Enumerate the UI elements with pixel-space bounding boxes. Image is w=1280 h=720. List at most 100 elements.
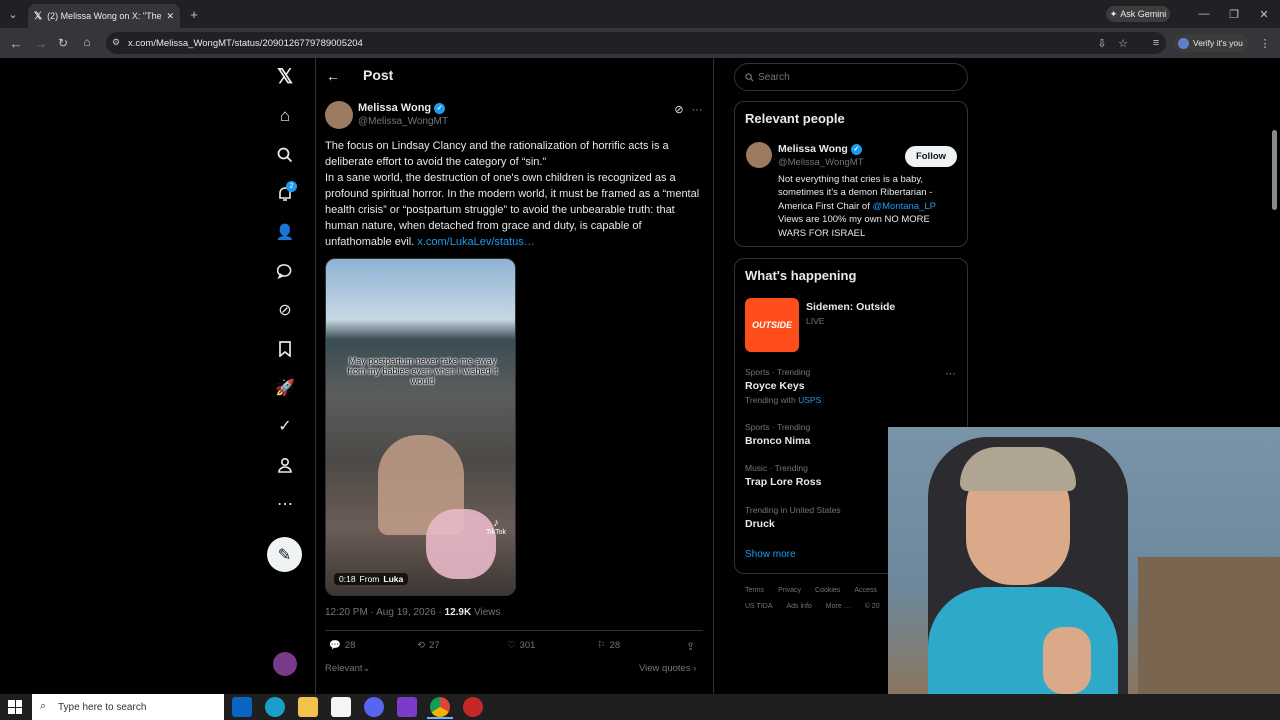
forward-icon[interactable]: → [33, 35, 49, 51]
footer-ads-link[interactable]: Ads info [787, 603, 812, 610]
video-caption: May postpartum never take me away from m… [347, 356, 498, 386]
author-handle[interactable]: @Melissa_WongMT [358, 116, 448, 127]
edge-taskbar-icon[interactable] [265, 697, 285, 717]
notifications-nav-icon[interactable]: 2 [272, 181, 298, 207]
chrome-taskbar-icon[interactable] [430, 697, 450, 717]
discord-taskbar-icon[interactable] [364, 697, 384, 717]
relevant-bio: Not everything that cries is a baby, som… [778, 173, 958, 240]
relevant-name: Melissa Wong [778, 143, 848, 155]
trend-more-icon[interactable]: ⋯ [945, 367, 956, 380]
repost-count: 27 [428, 640, 440, 651]
messages-nav-icon[interactable] [272, 258, 298, 284]
view-quotes-label: View quotes [639, 663, 691, 674]
reply-button[interactable]: 💬 28 [329, 640, 355, 651]
account-avatar[interactable] [273, 652, 297, 676]
post-video[interactable]: May postpartum never take me away from m… [325, 258, 516, 596]
video-source[interactable]: Luka [383, 574, 403, 584]
relevant-handle[interactable]: @Melissa_WongMT [778, 157, 864, 168]
show-more-link[interactable]: Show more [745, 549, 796, 560]
back-icon[interactable]: ← [8, 35, 24, 51]
more-nav-icon[interactable]: ⋯ [272, 491, 298, 517]
sort-dropdown[interactable]: Relevant⌄ [325, 663, 370, 674]
trend-name[interactable]: Druck [745, 518, 775, 530]
taskbar-search-box[interactable]: ⌕ Type here to search [32, 694, 224, 720]
grok-nav-icon[interactable]: ⊘ [272, 297, 298, 323]
home-nav-icon[interactable]: ⌂ [272, 103, 298, 129]
trend-name[interactable]: Trap Lore Ross [745, 476, 821, 488]
notification-badge: 2 [286, 181, 297, 192]
post-link[interactable]: x.com/LukaLev/status… [417, 236, 534, 248]
address-bar[interactable]: ⚙ x.com/Melissa_WongMT/status/2090126779… [106, 32, 1166, 54]
outlook-taskbar-icon[interactable] [232, 697, 252, 717]
repost-button[interactable]: ⟲ 27 [417, 640, 440, 651]
url-text: x.com/Melissa_WongMT/status/209012677978… [128, 37, 363, 49]
x-home-logo-icon[interactable]: 𝕏 [272, 63, 298, 89]
follow-people-nav-icon[interactable]: 👤 [272, 219, 298, 245]
reply-count: 28 [344, 640, 356, 651]
file-explorer-taskbar-icon[interactable] [298, 697, 318, 717]
ask-gemini-button[interactable]: ✦ Ask Gemini [1106, 6, 1170, 22]
follow-button[interactable]: Follow [905, 146, 957, 167]
bookmarks-nav-icon[interactable] [272, 336, 298, 362]
relevant-name-row[interactable]: Melissa Wong ✓ [778, 143, 862, 155]
search-box[interactable] [734, 63, 968, 91]
share-icon[interactable]: ⇪ [686, 640, 695, 653]
footer-copyright: © 20 [864, 603, 880, 610]
bio-mention-link[interactable]: @Montana_LP [873, 201, 936, 212]
x-logo-icon: 𝕏 [34, 10, 43, 22]
relevant-avatar[interactable] [746, 142, 772, 168]
search-input[interactable] [758, 71, 948, 83]
trend-extra-label: Trending with [745, 395, 796, 405]
author-name[interactable]: Melissa Wong [358, 102, 431, 114]
close-window-icon[interactable]: ✕ [1256, 6, 1272, 22]
verify-label: Verify it's you [1193, 38, 1243, 48]
footer-cookies-link[interactable]: Cookies [815, 587, 840, 594]
restore-icon[interactable]: ❐ [1226, 6, 1242, 22]
reload-icon[interactable]: ↻ [55, 35, 71, 51]
event-thumbnail[interactable]: OUTSIDE [745, 298, 799, 352]
compose-icon: ✎ [277, 546, 292, 564]
profile-nav-icon[interactable] [272, 452, 298, 478]
like-button[interactable]: ♡ 301 [507, 640, 535, 651]
view-quotes-link[interactable]: View quotes › [639, 663, 696, 674]
app-taskbar-icon[interactable] [397, 697, 417, 717]
close-tab-icon[interactable]: ✕ [166, 11, 174, 22]
explore-nav-icon[interactable] [272, 142, 298, 168]
browser-tab[interactable]: 𝕏 (2) Melissa Wong on X: "The fo ✕ [28, 4, 180, 28]
footer-accessibility-link[interactable]: Access [854, 587, 877, 594]
install-icon[interactable]: ⇩ [1094, 35, 1110, 51]
footer-terms-link[interactable]: Terms [745, 587, 764, 594]
event-title[interactable]: Sidemen: Outside [806, 301, 895, 313]
trend-name[interactable]: Royce Keys [745, 380, 805, 392]
bookmark-star-icon[interactable]: ☆ [1115, 35, 1131, 51]
media-icon[interactable]: ≡ [1148, 35, 1164, 51]
author-name-row[interactable]: Melissa Wong ✓ [358, 102, 446, 114]
footer-more-link[interactable]: More … [826, 603, 851, 610]
tab-list-chevron-icon[interactable]: ⌄ [5, 6, 21, 22]
calculator-taskbar-icon[interactable] [331, 697, 351, 717]
windows-start-icon[interactable] [8, 700, 22, 714]
bookmark-button[interactable]: ⚐ 28 [597, 640, 620, 651]
verified-orgs-nav-icon[interactable]: ✓ [272, 413, 298, 439]
menu-dots-icon[interactable]: ⋮ [1258, 35, 1272, 51]
minimize-icon[interactable]: — [1196, 6, 1212, 22]
chrome-alt-taskbar-icon[interactable] [463, 697, 483, 717]
scrollbar-thumb[interactable] [1272, 130, 1277, 210]
author-avatar[interactable] [325, 101, 353, 129]
back-arrow-icon[interactable]: ← [325, 68, 341, 84]
compose-post-button[interactable]: ✎ [267, 537, 302, 572]
jobs-rocket-nav-icon[interactable]: 🚀 [272, 375, 298, 401]
chevron-down-icon: ⌄ [362, 663, 371, 674]
site-info-icon[interactable]: ⚙ [112, 37, 120, 48]
new-tab-icon[interactable]: + [187, 7, 201, 22]
verify-profile-button[interactable]: Verify it's you [1174, 34, 1248, 52]
trend-name[interactable]: Bronco Nima [745, 435, 810, 447]
grok-explain-icon[interactable]: ⊘ [672, 102, 686, 116]
post-more-icon[interactable]: ⋯ [690, 102, 704, 116]
post-time[interactable]: 12:20 PM · Aug 19, 2026 · [325, 607, 442, 618]
trend-extra-tag[interactable]: USPS [798, 395, 821, 405]
trend-context: Music · Trending [745, 463, 808, 473]
footer-privacy-link[interactable]: Privacy [778, 587, 801, 594]
footer-link[interactable]: US TIDA [745, 603, 773, 610]
home-icon[interactable]: ⌂ [79, 34, 95, 50]
